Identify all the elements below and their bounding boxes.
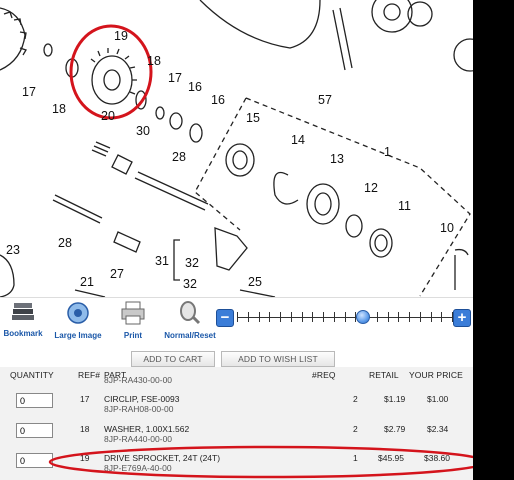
header-your-price: YOUR PRICE: [409, 370, 463, 380]
zoom-tick: [312, 312, 313, 322]
callout-21[interactable]: 21: [80, 276, 94, 289]
zoom-tick: [280, 312, 281, 322]
callout-18[interactable]: 18: [52, 103, 66, 116]
callout-13[interactable]: 13: [330, 153, 344, 166]
parts-diagram: 17 18 19 18 17 16 16 57 20 30 15 14 28 1…: [0, 0, 473, 297]
add-to-cart-button[interactable]: ADD TO CART: [131, 351, 215, 367]
callout-23[interactable]: 23: [6, 244, 20, 257]
zoom-tick: [291, 312, 292, 322]
header-req: #REQ: [312, 370, 336, 380]
part-number: 8JP-RA440-00-00: [104, 434, 173, 444]
retail-price: $45.95: [378, 453, 404, 463]
part-name[interactable]: WASHER, 1.00X1.562: [104, 424, 189, 434]
zoom-tick: [377, 312, 378, 322]
ref-number: 18: [80, 424, 90, 434]
parts-table: QUANTITY REF# PART #REQ RETAIL YOUR PRIC…: [0, 367, 473, 480]
callout-32[interactable]: 32: [183, 278, 197, 291]
ref-number: 19: [80, 453, 90, 463]
quantity-input[interactable]: [16, 393, 53, 408]
your-price: $38.60: [424, 453, 450, 463]
zoom-tick: [398, 312, 399, 322]
zoom-out-button[interactable]: −: [216, 309, 234, 327]
ref-number: 17: [80, 394, 90, 404]
zoom-tick: [441, 312, 442, 322]
quantity-input[interactable]: [16, 423, 53, 438]
books-icon: [12, 303, 34, 320]
zoom-tick: [269, 312, 270, 322]
retail-price: $2.79: [384, 424, 406, 434]
image-toolbar: Bookmark Large Image Print Normal/Reset …: [0, 297, 473, 350]
callout-31[interactable]: 31: [155, 255, 169, 268]
zoom-tick: [431, 312, 432, 322]
part-number: 8JP-E769A-40-00: [104, 463, 172, 473]
zoom-tick: [248, 312, 249, 322]
header-quantity: QUANTITY: [10, 370, 54, 380]
callout-16[interactable]: 16: [211, 94, 225, 107]
callout-32[interactable]: 32: [185, 257, 199, 270]
callout-17[interactable]: 17: [22, 86, 36, 99]
callout-1[interactable]: 1: [384, 146, 391, 159]
globe-icon: [67, 302, 89, 324]
partial-row-part-number: 8JP-RA430-00-00: [104, 375, 173, 385]
part-number: 8JP-RAH08-00-00: [104, 404, 174, 414]
large-image-button[interactable]: Large Image: [52, 301, 104, 340]
part-name[interactable]: CIRCLIP, FSE-0093: [104, 394, 179, 404]
callout-10[interactable]: 10: [440, 222, 454, 235]
bookmark-button[interactable]: Bookmark: [2, 301, 44, 338]
zoom-tick: [420, 312, 421, 322]
zoom-tick: [302, 312, 303, 322]
callout-30[interactable]: 30: [136, 125, 150, 138]
print-button[interactable]: Print: [116, 301, 150, 340]
part-name[interactable]: DRIVE SPROCKET, 24T (24T): [104, 453, 220, 463]
callout-19[interactable]: 19: [114, 30, 128, 43]
required-count: 1: [353, 453, 358, 463]
window-edge: [473, 0, 514, 480]
callout-25[interactable]: 25: [248, 276, 262, 289]
table-row: 17 CIRCLIP, FSE-0093 8JP-RAH08-00-00 2 $…: [0, 388, 473, 422]
callout-14[interactable]: 14: [291, 134, 305, 147]
zoom-tick: [323, 312, 324, 322]
callout-28[interactable]: 28: [58, 237, 72, 250]
callout-16[interactable]: 16: [188, 81, 202, 94]
printer-icon: [121, 301, 145, 325]
header-retail: RETAIL: [369, 370, 399, 380]
required-count: 2: [353, 424, 358, 434]
normal-reset-button[interactable]: Normal/Reset: [160, 301, 220, 340]
zoom-tick: [237, 312, 238, 322]
header-ref: REF#: [78, 370, 101, 380]
callout-17[interactable]: 17: [168, 72, 182, 85]
normal-reset-label: Normal/Reset: [164, 331, 216, 340]
zoom-tick: [345, 312, 346, 322]
table-row-highlighted: 19 DRIVE SPROCKET, 24T (24T) 8JP-E769A-4…: [0, 447, 473, 480]
callout-57[interactable]: 57: [318, 94, 332, 107]
cart-actions: ADD TO CART ADD TO WISH LIST: [0, 349, 473, 367]
zoom-tick: [334, 312, 335, 322]
zoom-tick: [409, 312, 410, 322]
magnifier-icon: [180, 301, 201, 325]
callout-27[interactable]: 27: [110, 268, 124, 281]
callout-15[interactable]: 15: [246, 112, 260, 125]
your-price: $2.34: [427, 424, 449, 434]
zoom-tick: [259, 312, 260, 322]
add-to-wish-list-button[interactable]: ADD TO WISH LIST: [221, 351, 335, 367]
exploded-view-drawing: [0, 0, 473, 297]
callout-11[interactable]: 11: [398, 200, 411, 213]
bookmark-label: Bookmark: [3, 329, 43, 338]
callout-18[interactable]: 18: [147, 55, 161, 68]
print-label: Print: [123, 331, 143, 340]
your-price: $1.00: [427, 394, 449, 404]
quantity-input[interactable]: [16, 453, 53, 468]
zoom-tick: [388, 312, 389, 322]
callout-20[interactable]: 20: [101, 110, 115, 123]
retail-price: $1.19: [384, 394, 406, 404]
large-image-label: Large Image: [54, 331, 102, 340]
required-count: 2: [353, 394, 358, 404]
callout-28[interactable]: 28: [172, 151, 186, 164]
zoom-in-button[interactable]: +: [453, 309, 471, 327]
callout-12[interactable]: 12: [364, 182, 378, 195]
zoom-slider-thumb[interactable]: [355, 310, 370, 324]
